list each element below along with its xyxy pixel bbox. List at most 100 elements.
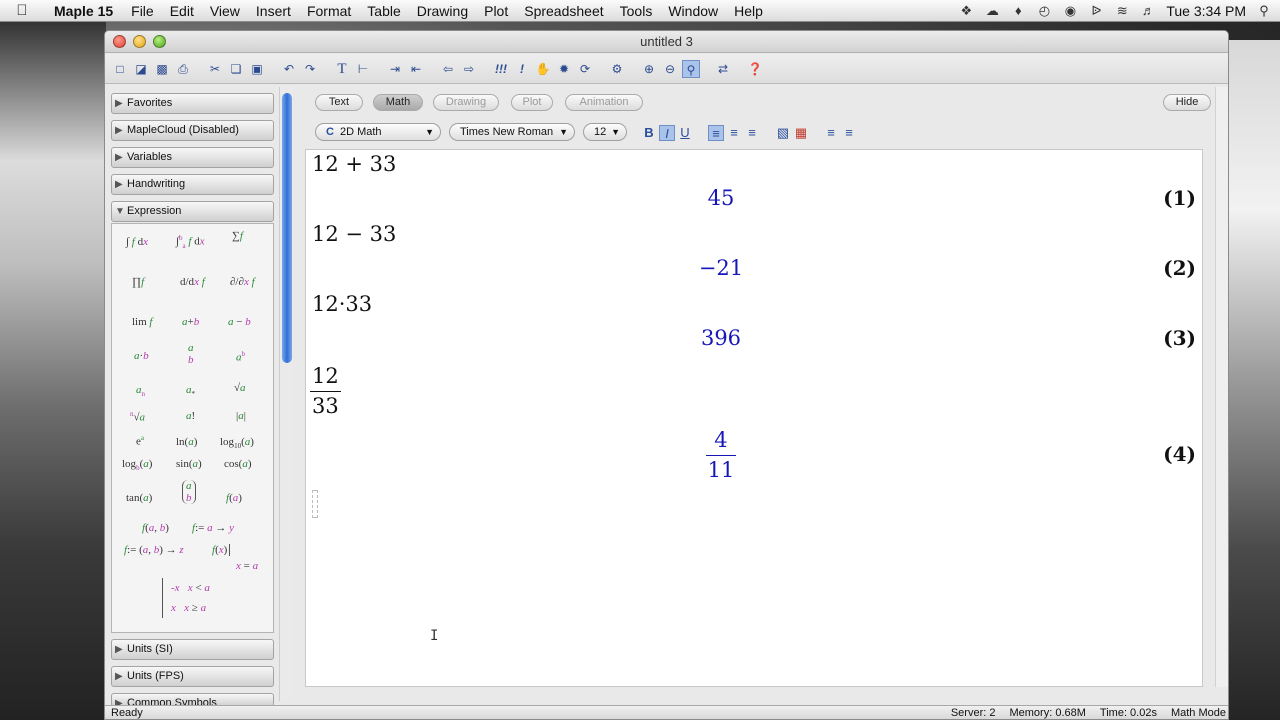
menu-insert[interactable]: Insert bbox=[248, 3, 299, 19]
menu-view[interactable]: View bbox=[202, 3, 248, 19]
text-color-icon[interactable]: ▧ bbox=[775, 125, 791, 141]
outdent-icon[interactable]: ⇤ bbox=[407, 60, 425, 78]
evaluation-at-point-template[interactable]: f(x) bbox=[212, 544, 231, 556]
binoculars-icon[interactable]: ◉ bbox=[1062, 4, 1078, 18]
save-icon[interactable]: ▩ bbox=[153, 60, 171, 78]
piecewise-template[interactable]: -x x < ax x ≥ a bbox=[162, 578, 210, 618]
palette-units-si[interactable]: ▶ Units (SI) bbox=[111, 639, 274, 660]
addition-template[interactable]: a+b bbox=[182, 316, 199, 328]
palette-expression[interactable]: ▼ Expression bbox=[111, 201, 274, 222]
product-template[interactable]: ∏f bbox=[132, 276, 144, 288]
print-icon[interactable]: ⎙ bbox=[174, 60, 192, 78]
binomial-template[interactable]: ab bbox=[182, 480, 196, 504]
settings-gear-icon[interactable]: ⚙ bbox=[608, 60, 626, 78]
square-root-template[interactable]: √a bbox=[234, 382, 246, 394]
highlight-color-icon[interactable]: ▦ bbox=[793, 125, 809, 141]
execute-icon[interactable]: ! bbox=[513, 60, 531, 78]
cut-icon[interactable]: ✂ bbox=[206, 60, 224, 78]
subscript-template[interactable]: an bbox=[136, 384, 145, 398]
insert-math-prompt-icon[interactable]: ⊢ bbox=[354, 60, 372, 78]
document-scrollbar[interactable] bbox=[1215, 87, 1228, 687]
partial-derivative-template[interactable]: ∂/∂x f bbox=[230, 276, 255, 288]
absolute-value-template[interactable]: |a| bbox=[236, 410, 246, 422]
redo-icon[interactable]: ↷ bbox=[301, 60, 319, 78]
undo-icon[interactable]: ↶ bbox=[280, 60, 298, 78]
palette-maplecloud[interactable]: ▶ MapleCloud (Disabled) bbox=[111, 120, 274, 141]
input-expression[interactable]: 12 + 33 bbox=[312, 152, 396, 176]
derivative-template[interactable]: d/dx f bbox=[180, 276, 205, 288]
palette-handwriting[interactable]: ▶ Handwriting bbox=[111, 174, 274, 195]
multi-arrow-function-template[interactable]: f:= (a, b) → z bbox=[124, 544, 184, 556]
menu-tools[interactable]: Tools bbox=[612, 3, 661, 19]
wifi-icon[interactable]: ≋ bbox=[1114, 4, 1130, 18]
align-left-icon[interactable]: ≡ bbox=[708, 125, 724, 141]
palette-variables[interactable]: ▶ Variables bbox=[111, 147, 274, 168]
log-base-template[interactable]: logb(a) bbox=[122, 458, 152, 472]
atomic-subscript-template[interactable]: a* bbox=[186, 384, 195, 398]
factorial-template[interactable]: a! bbox=[186, 410, 195, 422]
debug-icon[interactable]: ✹ bbox=[555, 60, 573, 78]
insert-text-icon[interactable]: T bbox=[333, 60, 351, 78]
function-call-template[interactable]: f(a) bbox=[226, 492, 242, 504]
input-expression[interactable]: 12 − 33 bbox=[312, 222, 396, 246]
menu-table[interactable]: Table bbox=[359, 3, 408, 19]
evernote-icon[interactable]: ♦ bbox=[1010, 4, 1026, 18]
tangent-template[interactable]: tan(a) bbox=[126, 492, 152, 504]
subtraction-template[interactable]: a − b bbox=[228, 316, 251, 328]
limit-template[interactable]: lim f bbox=[132, 316, 152, 328]
underline-icon[interactable]: U bbox=[677, 125, 693, 141]
fraction-template[interactable]: ab bbox=[188, 342, 194, 366]
empty-math-prompt[interactable] bbox=[312, 490, 318, 518]
align-center-icon[interactable]: ≡ bbox=[726, 125, 742, 141]
close-window-button[interactable] bbox=[113, 35, 126, 48]
menu-drawing[interactable]: Drawing bbox=[409, 3, 476, 19]
cosine-template[interactable]: cos(a) bbox=[224, 458, 252, 470]
menu-spreadsheet[interactable]: Spreadsheet bbox=[516, 3, 611, 19]
log10-template[interactable]: log10(a) bbox=[220, 436, 254, 450]
worksheet[interactable]: 12 + 33 45 (1) 12 − 33 −21 (2) 12·33 396… bbox=[305, 149, 1203, 687]
paste-icon[interactable]: ▣ bbox=[248, 60, 266, 78]
text-mode-button[interactable]: Text bbox=[315, 94, 363, 111]
spotlight-search-icon[interactable]: ⚲ bbox=[1256, 4, 1272, 18]
sine-template[interactable]: sin(a) bbox=[176, 458, 202, 470]
style-select[interactable]: C 2D Math ▼ bbox=[315, 123, 441, 141]
animation-mode-button[interactable]: Animation bbox=[565, 94, 643, 111]
back-arrow-icon[interactable]: ⇦ bbox=[439, 60, 457, 78]
menu-help[interactable]: Help bbox=[726, 3, 771, 19]
menu-clock[interactable]: Tue 3:34 PM bbox=[1166, 3, 1246, 19]
help-icon[interactable]: ❓ bbox=[746, 60, 764, 78]
integral-template[interactable]: ∫ f dx bbox=[126, 236, 148, 248]
cloud-icon[interactable]: ☁ bbox=[984, 4, 1000, 18]
bullet-list-icon[interactable]: ≡ bbox=[823, 125, 839, 141]
open-folder-icon[interactable]: ◪ bbox=[132, 60, 150, 78]
dropbox-icon[interactable]: ❖ bbox=[958, 4, 974, 18]
copy-icon[interactable]: ❏ bbox=[227, 60, 245, 78]
definite-integral-template[interactable]: ∫ba f dx bbox=[176, 234, 205, 250]
exponential-template[interactable]: ea bbox=[136, 434, 144, 448]
menu-edit[interactable]: Edit bbox=[162, 3, 202, 19]
interrupt-icon[interactable]: ✋ bbox=[534, 60, 552, 78]
window-titlebar[interactable]: untitled 3 bbox=[105, 31, 1228, 53]
toggle-icon[interactable]: ⇄ bbox=[714, 60, 732, 78]
indent-icon[interactable]: ⇥ bbox=[386, 60, 404, 78]
apple-menu-icon[interactable]:  bbox=[0, 2, 44, 19]
minimize-window-button[interactable] bbox=[133, 35, 146, 48]
equation-label[interactable]: (1) bbox=[1163, 186, 1196, 210]
zoom-in-icon[interactable]: ⊕ bbox=[640, 60, 658, 78]
input-expression[interactable]: 12·33 bbox=[312, 292, 372, 316]
nth-root-template[interactable]: n√a bbox=[130, 410, 145, 424]
palette-units-fps[interactable]: ▶ Units (FPS) bbox=[111, 666, 274, 687]
italic-icon[interactable]: I bbox=[659, 125, 675, 141]
palette-scrollbar[interactable] bbox=[279, 87, 293, 701]
menu-format[interactable]: Format bbox=[299, 3, 359, 19]
menu-window[interactable]: Window bbox=[660, 3, 726, 19]
plot-mode-button[interactable]: Plot bbox=[511, 94, 553, 111]
bold-icon[interactable]: B bbox=[641, 125, 657, 141]
input-fraction[interactable]: 12 33 bbox=[310, 362, 341, 421]
time-machine-icon[interactable]: ◴ bbox=[1036, 4, 1052, 18]
natural-log-template[interactable]: ln(a) bbox=[176, 436, 197, 448]
drawing-mode-button[interactable]: Drawing bbox=[433, 94, 499, 111]
forward-arrow-icon[interactable]: ⇨ bbox=[460, 60, 478, 78]
app-menu[interactable]: Maple 15 bbox=[44, 3, 123, 19]
math-mode-button[interactable]: Math bbox=[373, 94, 423, 111]
